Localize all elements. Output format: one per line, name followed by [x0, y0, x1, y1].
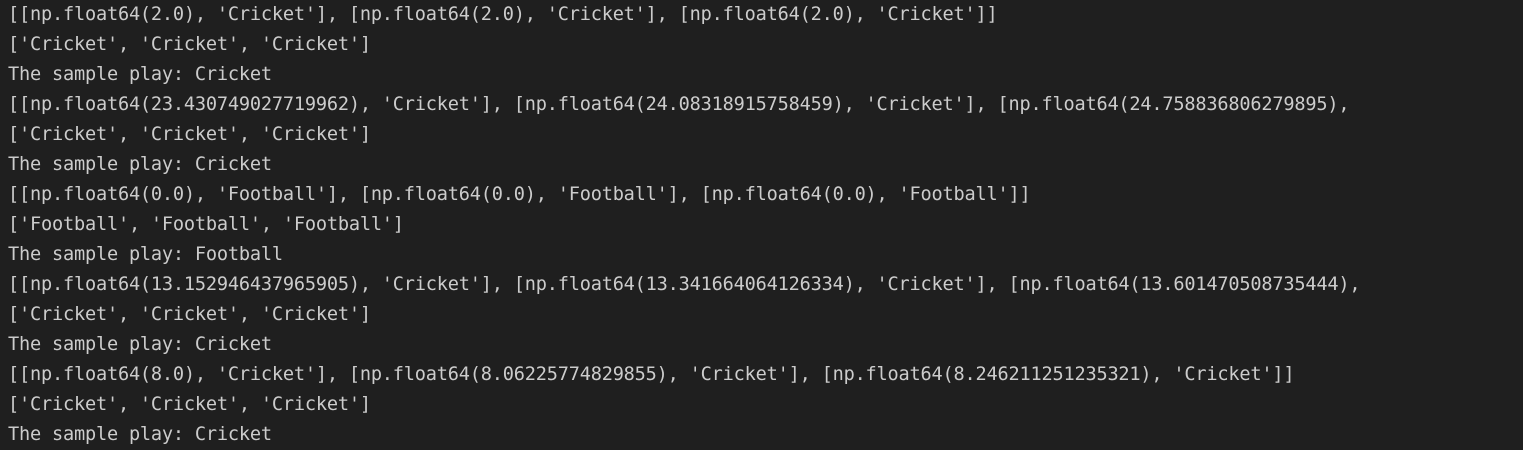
output-line-5: ['Cricket', 'Cricket', 'Cricket']: [8, 124, 371, 145]
output-line-6: The sample play: Cricket: [8, 154, 272, 175]
output-line-10: [[np.float64(13.152946437965905), 'Crick…: [8, 274, 1361, 295]
output-line-8: ['Football', 'Football', 'Football']: [8, 214, 404, 235]
output-line-2: ['Cricket', 'Cricket', 'Cricket']: [8, 34, 371, 55]
output-line-1: [[np.float64(2.0), 'Cricket'], [np.float…: [8, 4, 998, 25]
output-line-13: [[np.float64(8.0), 'Cricket'], [np.float…: [8, 364, 1295, 385]
output-line-7: [[np.float64(0.0), 'Football'], [np.floa…: [8, 184, 1031, 205]
terminal-output[interactable]: [[np.float64(2.0), 'Cricket'], [np.float…: [0, 0, 1523, 450]
output-line-3: The sample play: Cricket: [8, 64, 272, 85]
output-line-11: ['Cricket', 'Cricket', 'Cricket']: [8, 304, 371, 325]
output-line-14: ['Cricket', 'Cricket', 'Cricket']: [8, 394, 371, 415]
output-line-12: The sample play: Cricket: [8, 334, 272, 355]
output-line-9: The sample play: Football: [8, 244, 283, 265]
output-line-15: The sample play: Cricket: [8, 424, 272, 445]
output-line-4: [[np.float64(23.430749027719962), 'Crick…: [8, 94, 1350, 115]
